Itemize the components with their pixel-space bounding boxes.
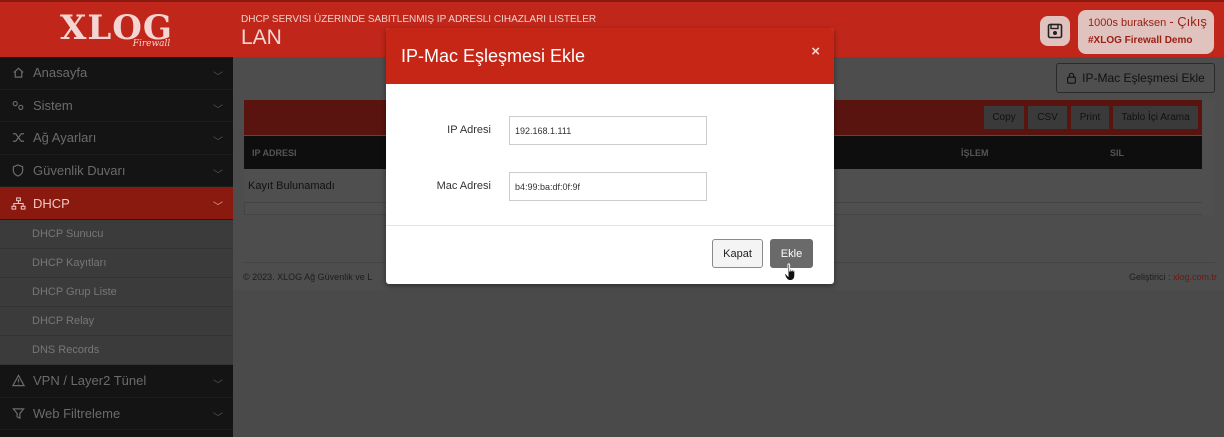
mac-address-input[interactable] <box>509 172 707 201</box>
page-description: DHCP SERVISI ÜZERINDE SABITLENMIŞ IP ADR… <box>241 14 597 25</box>
sitemap-icon <box>10 196 26 210</box>
modal-body: IP Adresi Mac Adresi <box>386 84 834 226</box>
sidebar-subitem-dhcp-kayitlari[interactable]: DHCP Kayıtları <box>0 249 233 278</box>
chevron-down-icon: ﹀ <box>213 169 223 181</box>
hand-pointer-icon <box>784 263 796 281</box>
sidebar-item-sistem[interactable]: Sistem ﹀ <box>0 90 233 122</box>
ip-address-input[interactable] <box>509 116 707 145</box>
add-mapping-label: IP-Mac Eşleşmesi Ekle <box>1082 71 1205 85</box>
sidebar-item-dhcp[interactable]: DHCP ﹀ <box>0 187 233 220</box>
sidebar-subitem-dhcp-relay[interactable]: DHCP Relay <box>0 307 233 336</box>
lock-icon <box>1067 72 1077 84</box>
chevron-down-icon: ﹀ <box>213 104 223 116</box>
print-button[interactable]: Print <box>1071 106 1109 129</box>
xlog-logo[interactable]: XLOG Firewall <box>0 2 233 59</box>
copy-button[interactable]: Copy <box>984 106 1024 129</box>
floppy-disk-icon <box>1047 23 1063 39</box>
chevron-down-icon: ﹀ <box>213 137 223 148</box>
home-icon <box>10 66 26 80</box>
instance-name: #XLOG Firewall Demo <box>1088 35 1193 46</box>
close-button[interactable]: Kapat <box>712 239 763 268</box>
sidebar-item-label: Anasayfa <box>33 65 88 81</box>
modal-title: IP-Mac Eşleşmesi Ekle <box>401 46 586 66</box>
sidebar-item-guvenlik-duvari[interactable]: Güvenlik Duvarı ﹀ <box>0 155 233 187</box>
username: 1000s buraksen <box>1088 17 1167 29</box>
sidebar-item-ag-ayarlari[interactable]: Ağ Ayarları ﹀ <box>0 122 233 155</box>
sidebar-item-label: DHCP <box>33 195 70 211</box>
add-ip-mac-mapping-button[interactable]: IP-Mac Eşleşmesi Ekle <box>1056 63 1215 93</box>
page-title: LAN <box>241 26 282 49</box>
sidebar-item-vpn[interactable]: VPN / Layer2 Tünel ﹀ <box>0 365 233 398</box>
column-ip-address[interactable]: IP ADRESI <box>252 148 297 158</box>
mac-address-label: Mac Adresi <box>436 180 491 192</box>
warning-icon <box>10 374 26 388</box>
csv-button[interactable]: CSV <box>1028 106 1067 129</box>
chevron-down-icon: ﹀ <box>213 412 223 424</box>
sidebar-item-label: Ağ Ayarları <box>33 130 97 146</box>
sidebar: Anasayfa ﹀ Sistem ﹀ Ağ Ayarları ﹀ Güvenl… <box>0 57 233 437</box>
chevron-down-icon: ﹀ <box>213 380 223 391</box>
modal-footer: Kapat Ekle <box>386 226 834 284</box>
sidebar-item-web-filtreleme[interactable]: Web Filtreleme ﹀ <box>0 398 233 430</box>
modal-header: IP-Mac Eşleşmesi Ekle × <box>386 28 834 84</box>
sidebar-subitem-dhcp-grup-liste[interactable]: DHCP Grup Liste <box>0 278 233 307</box>
settings-icon <box>10 98 26 112</box>
sidebar-item-label: VPN / Layer2 Tünel <box>33 373 147 389</box>
sidebar-subitem-dhcp-sunucu[interactable]: DHCP Sunucu <box>0 220 233 249</box>
chevron-down-icon: ﹀ <box>213 202 223 213</box>
user-panel: 1000s buraksen - Çıkış #XLOG Firewall De… <box>1078 10 1214 54</box>
sidebar-item-anasayfa[interactable]: Anasayfa ﹀ <box>0 57 233 90</box>
vertical-scrollbar[interactable] <box>1202 100 1215 215</box>
logout-link[interactable]: - Çıkış <box>1169 14 1207 29</box>
column-delete[interactable]: SIL <box>1110 148 1124 158</box>
table-search-button[interactable]: Tablo İçi Arama <box>1113 106 1198 129</box>
shuffle-icon <box>10 131 26 145</box>
column-action[interactable]: İŞLEM <box>961 148 989 158</box>
sidebar-subitem-dns-records[interactable]: DNS Records <box>0 336 233 365</box>
sidebar-item-label: Güvenlik Duvarı <box>33 162 126 178</box>
developer-link[interactable]: xlog.com.tr <box>1173 272 1217 282</box>
ip-address-label: IP Adresi <box>447 124 491 136</box>
logo-subtext: Firewall <box>132 38 171 49</box>
filter-icon <box>10 406 26 420</box>
footer-developer: Geliştirici : xlog.com.tr <box>1129 272 1217 282</box>
footer-copyright: © 2023. XLOG Ağ Güvenlik ve L <box>243 272 373 282</box>
chevron-down-icon: ﹀ <box>213 72 223 83</box>
shield-icon <box>10 163 26 177</box>
sidebar-item-label: Sistem <box>33 97 73 113</box>
developer-label: Geliştirici : <box>1128 272 1171 282</box>
ip-mac-modal: IP-Mac Eşleşmesi Ekle × IP Adresi Mac Ad… <box>386 28 834 284</box>
close-icon[interactable]: × <box>811 43 820 60</box>
sidebar-item-label: Web Filtreleme <box>33 405 121 421</box>
save-button[interactable] <box>1040 16 1070 46</box>
